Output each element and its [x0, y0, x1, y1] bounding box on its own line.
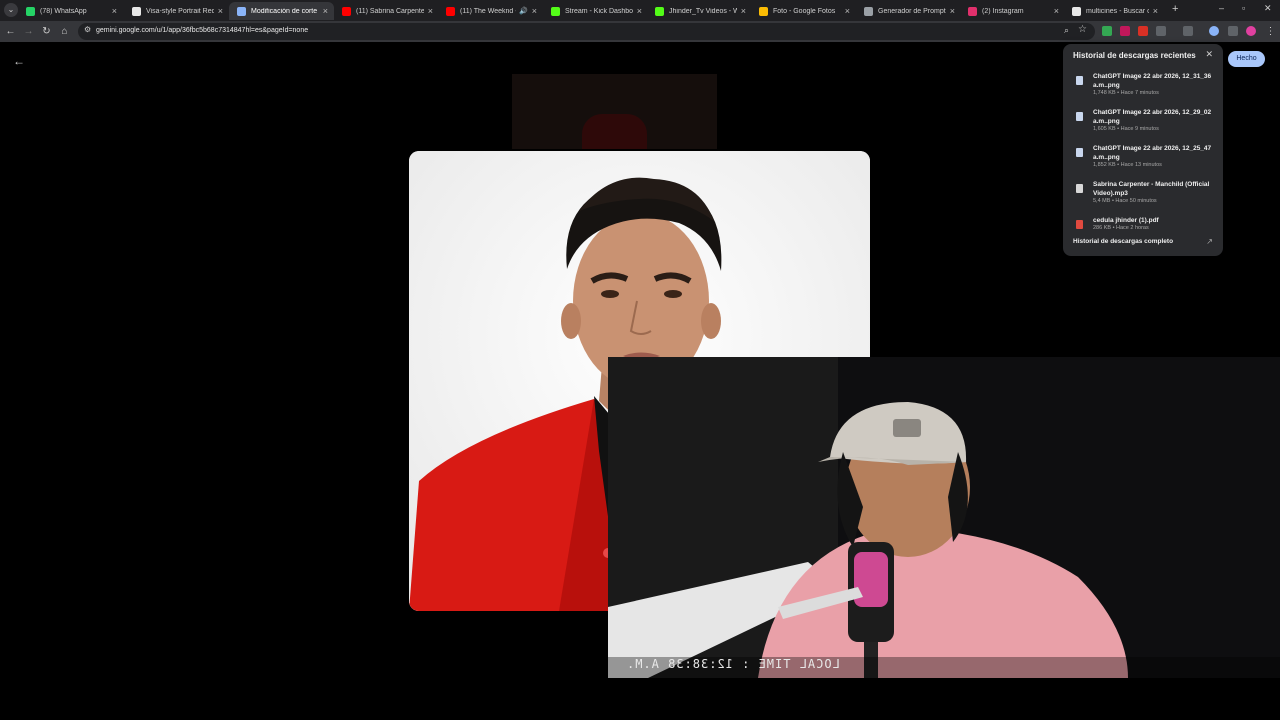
image-file-icon [1076, 112, 1083, 121]
tab-item[interactable]: Foto - Google Fotos × [751, 2, 856, 20]
tab-search-icon[interactable]: ⌄ [4, 3, 18, 17]
extension-badge-icon[interactable] [1120, 26, 1130, 36]
audio-file-icon [1076, 184, 1083, 193]
download-meta: 1,748 KB • Hace 7 minutos [1093, 90, 1159, 96]
tab-favicon-icon [759, 6, 768, 16]
tab-title: (2) Instagram [982, 7, 1024, 15]
download-item[interactable]: ChatGPT Image 22 abr 2026, 12_25_47 a.m.… [1073, 144, 1218, 178]
download-meta: 286 KB • Hace 2 horas [1093, 225, 1149, 231]
tab-item[interactable]: (78) WhatsApp × [18, 2, 123, 20]
webcam-overlay [608, 357, 1280, 678]
tab-favicon-icon [551, 6, 560, 16]
tab-title: Foto - Google Fotos [773, 7, 836, 15]
link-icon[interactable] [1183, 26, 1193, 36]
tab-close-icon[interactable]: × [112, 6, 117, 16]
back-icon[interactable]: ← [4, 25, 17, 38]
tab-item[interactable]: Generador de Prompts de × [856, 2, 961, 20]
download-item[interactable]: ChatGPT Image 22 abr 2026, 12_31_36 a.m.… [1073, 72, 1218, 106]
download-filename: cedula jhinder (1).pdf [1093, 217, 1159, 224]
tab-title: (11) Sabrina Carpenter - M [356, 7, 424, 15]
tab-close-icon[interactable]: × [428, 6, 433, 16]
minimize-icon[interactable]: – [1219, 3, 1224, 13]
profile-avatar[interactable] [1246, 26, 1256, 36]
full-history-link[interactable]: Historial de descargas completo [1073, 238, 1173, 245]
downloads-panel: Historial de descargas recientes ✕ ChatG… [1063, 44, 1223, 256]
tab-favicon-icon [655, 6, 664, 16]
address-bar[interactable]: ⚙ gemini.google.com/u/1/app/36fbc5b68c73… [78, 23, 1095, 40]
download-filename: ChatGPT Image 22 abr 2026, 12_29_02 a.m.… [1093, 109, 1212, 125]
tab-item[interactable]: (2) Instagram × [960, 2, 1065, 20]
tab-favicon-icon [132, 6, 141, 16]
downloads-title: Historial de descargas recientes [1073, 51, 1196, 60]
url-text[interactable]: gemini.google.com/u/1/app/36fbc5b68c7314… [96, 27, 308, 34]
tab-audio-icon[interactable]: 🔊 [519, 7, 528, 15]
tab-favicon-icon [237, 6, 246, 16]
tab-item[interactable]: Modificación de corte de × [229, 2, 334, 20]
download-meta: 1,605 KB • Hace 9 minutos [1093, 126, 1159, 132]
tab-item[interactable]: (11) Sabrina Carpenter - M × [334, 2, 439, 20]
zoom-icon[interactable]: ⌕ [1064, 25, 1069, 36]
tab-item[interactable]: Visa-style Portrait Request × [124, 2, 229, 20]
downloads-icon[interactable] [1209, 26, 1219, 36]
done-button[interactable]: Hecho [1228, 51, 1265, 67]
tab-close-icon[interactable]: × [323, 6, 328, 16]
tab-item[interactable]: Stream - Kick Dashboard × [543, 2, 648, 20]
extension-shield-icon[interactable] [1102, 26, 1112, 36]
download-item[interactable]: ChatGPT Image 22 abr 2026, 12_29_02 a.m.… [1073, 108, 1218, 142]
tab-favicon-icon [26, 6, 35, 16]
image-file-icon [1076, 76, 1083, 85]
tab-favicon-icon [864, 6, 873, 16]
tab-title: Stream - Kick Dashboard [565, 7, 633, 15]
site-info-icon[interactable]: ⚙ [84, 25, 91, 34]
download-meta: 1,852 KB • Hace 13 minutos [1093, 162, 1162, 168]
extension-red-icon[interactable] [1138, 26, 1148, 36]
tab-favicon-icon [446, 6, 455, 16]
tab-item[interactable]: (11) The Weeknd - Bli🔊 × [438, 2, 543, 20]
menu-kebab-icon[interactable]: ⋮ [1264, 25, 1277, 38]
open-external-icon[interactable]: ↗ [1206, 237, 1213, 246]
tab-title: Visa-style Portrait Request [146, 7, 214, 15]
tab-item[interactable]: Jhinder_Tv Videos - Watch × [647, 2, 752, 20]
tab-item[interactable]: multicines - Buscar con G × [1064, 2, 1164, 20]
tab-close-icon[interactable]: × [741, 6, 746, 16]
image-file-icon [1076, 148, 1083, 157]
bookmark-star-icon[interactable]: ☆ [1078, 24, 1087, 35]
tab-close-icon[interactable]: × [218, 6, 223, 16]
tab-title: Generador de Prompts de [878, 7, 946, 15]
tab-close-icon[interactable]: × [1153, 6, 1158, 16]
tab-title: (78) WhatsApp [40, 7, 87, 15]
close-icon[interactable]: ✕ [1205, 49, 1213, 60]
pdf-file-icon [1076, 220, 1083, 229]
tab-close-icon[interactable]: × [1054, 6, 1059, 16]
tab-close-icon[interactable]: × [950, 6, 955, 16]
tab-favicon-icon [968, 6, 977, 16]
tab-favicon-icon [1072, 6, 1081, 16]
extensions-puzzle-icon[interactable] [1156, 26, 1166, 36]
tab-close-icon[interactable]: × [532, 6, 537, 16]
tab-title: (11) The Weeknd - Bli [460, 7, 516, 15]
tab-title: Modificación de corte de [251, 7, 319, 15]
download-filename: ChatGPT Image 22 abr 2026, 12_31_36 a.m.… [1093, 73, 1212, 89]
background-thumbnail [512, 74, 717, 149]
download-meta: 5,4 MB • Hace 50 minutos [1093, 198, 1157, 204]
tab-close-icon[interactable]: × [845, 6, 850, 16]
tab-title: multicines - Buscar con G [1086, 7, 1149, 15]
tab-close-icon[interactable]: × [637, 6, 642, 16]
media-icon[interactable] [1228, 26, 1238, 36]
restore-icon[interactable]: ▫ [1242, 3, 1245, 13]
reload-icon[interactable]: ↻ [40, 25, 53, 38]
browser-toolbar: ← → ↻ ⌂ ⚙ gemini.google.com/u/1/app/36fb… [0, 21, 1280, 42]
tab-strip: ⌄ (78) WhatsApp×Visa-style Portrait Requ… [0, 0, 1280, 21]
tab-title: Jhinder_Tv Videos - Watch [669, 7, 737, 15]
close-window-icon[interactable]: ✕ [1264, 3, 1272, 14]
local-time-overlay: LOCAL TIME : 12:38:38 A.M. [626, 657, 840, 671]
download-filename: ChatGPT Image 22 abr 2026, 12_25_47 a.m.… [1093, 145, 1212, 161]
download-item[interactable]: Sabrina Carpenter - Manchild (Official V… [1073, 180, 1218, 214]
new-tab-button[interactable]: + [1172, 3, 1178, 15]
tab-favicon-icon [342, 6, 351, 16]
back-arrow-icon[interactable]: ← [13, 54, 25, 68]
home-icon[interactable]: ⌂ [58, 25, 71, 38]
forward-icon[interactable]: → [22, 25, 35, 38]
download-filename: Sabrina Carpenter - Manchild (Official V… [1093, 181, 1210, 197]
